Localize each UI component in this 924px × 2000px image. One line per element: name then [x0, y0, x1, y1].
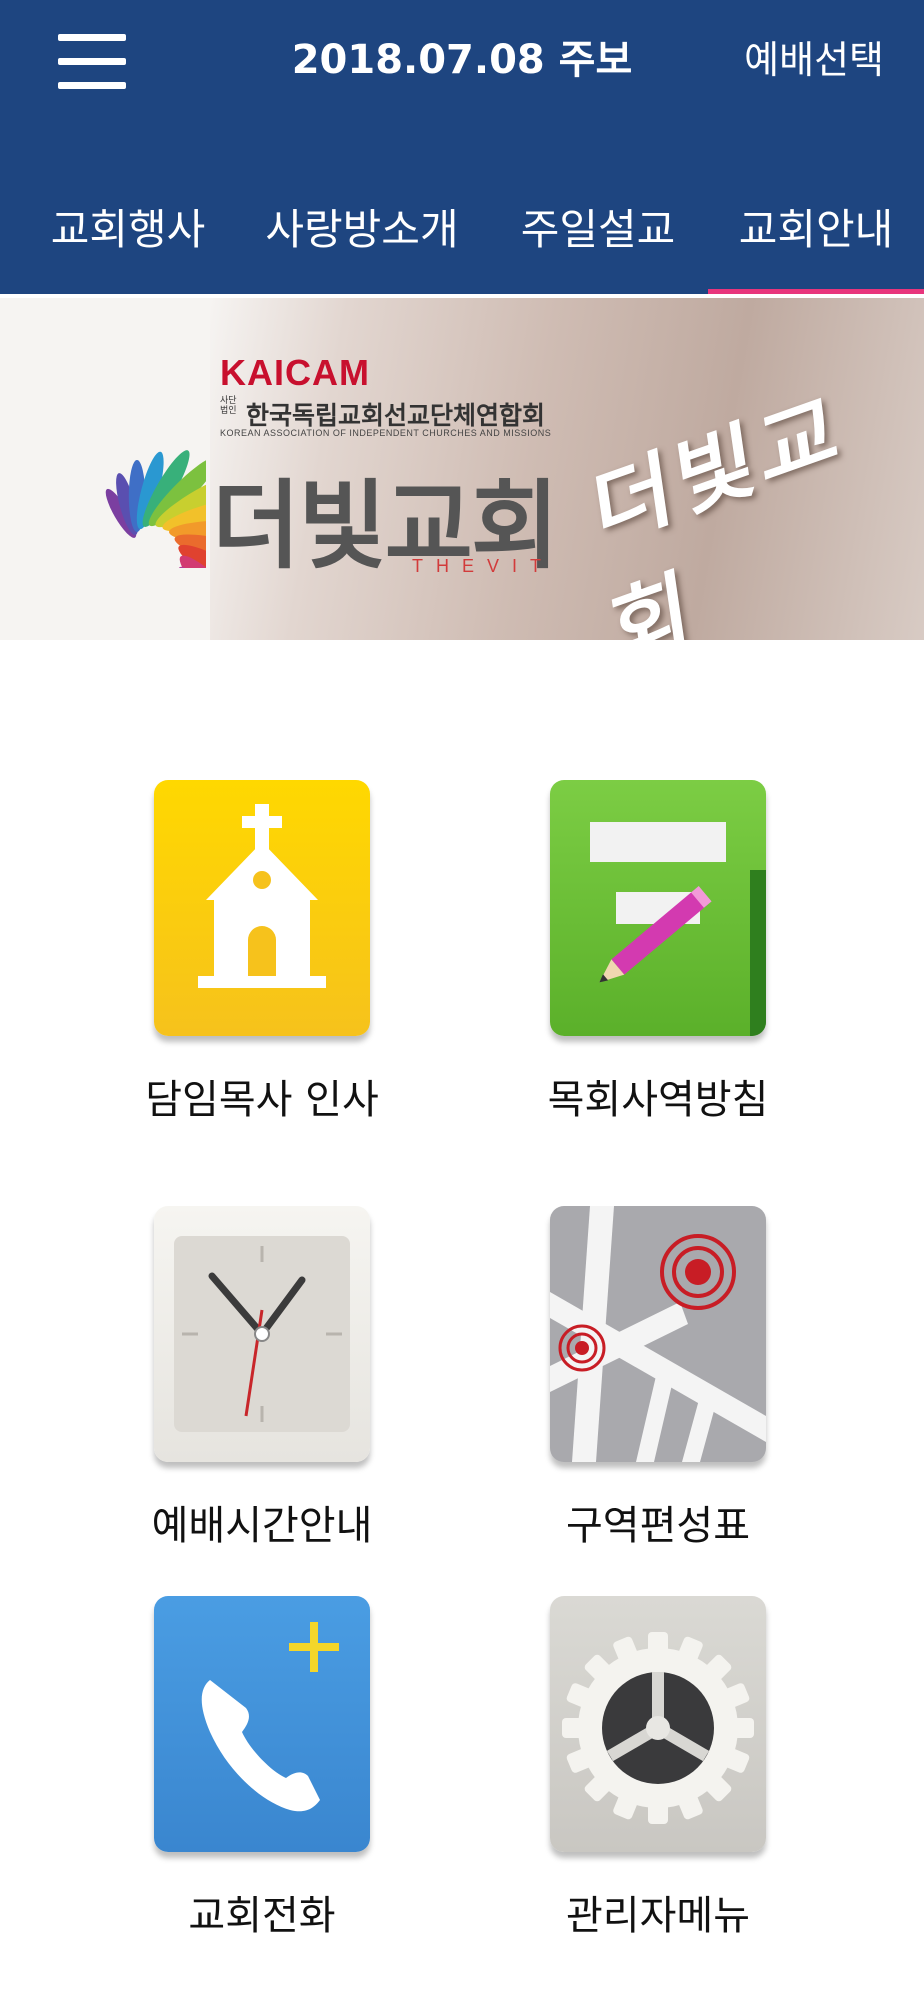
notepad-pencil-icon [550, 780, 766, 1036]
bulletin-title: 2018.07.08 주보 [291, 37, 633, 83]
org-name: 한국독립교회선교단체연합회 [246, 401, 546, 430]
clock-icon [154, 1206, 370, 1462]
active-tab-indicator [708, 289, 924, 294]
phone-add-icon [154, 1596, 370, 1852]
menu-tile-pastor-greeting[interactable] [154, 780, 370, 1036]
worship-select-button[interactable]: 예배선택 [744, 32, 884, 88]
org-short-name: KAICAM [220, 352, 370, 393]
org-english-name: KOREAN ASSOCIATION OF INDEPENDENT CHURCH… [220, 428, 552, 438]
menu-label-church-phone: 교회전화 [188, 1893, 336, 1939]
menu-label-admin-menu: 관리자메뉴 [566, 1893, 750, 1939]
menu-tile-admin-menu[interactable] [550, 1596, 766, 1852]
menu-tile-worship-times[interactable] [154, 1206, 370, 1462]
menu-label-pastor-greeting: 담임목사 인사 [145, 1077, 379, 1123]
rainbow-feather-logo-icon [105, 450, 206, 568]
church-banner: KAICAM 사단법인 한국독립교회선교단체연합회 KOREAN ASSOCIA… [0, 298, 924, 640]
hamburger-menu-icon[interactable] [58, 34, 130, 90]
church-icon [154, 780, 370, 1036]
menu-tile-ministry-policy[interactable] [550, 780, 766, 1036]
tab-sunday-sermon[interactable]: 주일설교 [508, 188, 688, 272]
tab-bar: 교회행사 사랑방소개 주일설교 교회안내 [0, 168, 924, 294]
tab-church-info[interactable]: 교회안내 [728, 188, 904, 272]
menu-label-worship-times: 예배시간안내 [151, 1503, 373, 1549]
settings-gear-icon [550, 1596, 766, 1852]
menu-tile-district-chart[interactable] [550, 1206, 766, 1462]
map-icon [550, 1206, 766, 1462]
org-prefix: 사단법인 [220, 396, 237, 416]
menu-tile-church-phone[interactable] [154, 1596, 370, 1852]
menu-label-ministry-policy: 목회사역방침 [547, 1077, 769, 1123]
menu-label-district-chart: 구역편성표 [566, 1503, 750, 1549]
church-english-name: THEVIT [412, 556, 555, 576]
app-header: 2018.07.08 주보 예배선택 교회행사 사랑방소개 주일설교 교회안내 [0, 0, 924, 294]
tab-small-groups[interactable]: 사랑방소개 [264, 188, 460, 272]
tab-church-events[interactable]: 교회행사 [40, 188, 216, 272]
